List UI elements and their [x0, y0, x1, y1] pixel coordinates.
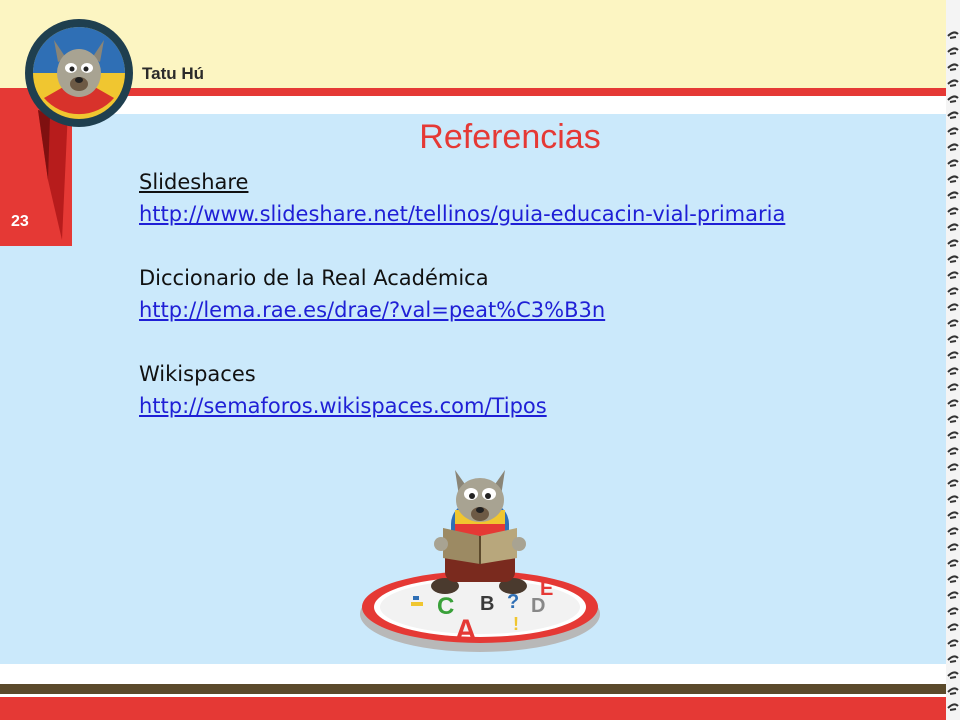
question-mark: ?: [507, 591, 519, 613]
footer-brown-stripe: [0, 684, 950, 694]
spiral-loop: [947, 543, 959, 551]
spiral-loop: [947, 447, 959, 455]
spiral-loop: [947, 303, 959, 311]
header-red-stripe: [0, 88, 950, 96]
reading-mascot-illustration: A B C D E ? !: [360, 470, 600, 652]
header-gap: [0, 96, 950, 114]
spiral-loop: [947, 575, 959, 583]
spiral-binding: [946, 0, 960, 720]
spiral-loop: [947, 703, 959, 711]
reference-source-slideshare: Slideshare: [139, 170, 249, 194]
reference-link-rae[interactable]: http://lema.rae.es/drae/?val=peat%C3%B3n: [139, 294, 785, 326]
reference-list: Slideshare http://www.slideshare.net/tel…: [139, 166, 785, 454]
spiral-loop: [947, 255, 959, 263]
letter-a: A: [455, 614, 477, 647]
spiral-loop: [947, 351, 959, 359]
reference-item: Diccionario de la Real Académica http://…: [139, 262, 785, 326]
spiral-loop: [947, 95, 959, 103]
tatu-hu-logo: [25, 19, 133, 127]
spiral-loop: [947, 559, 959, 567]
spiral-loop: [947, 79, 959, 87]
reference-source-wikispaces: Wikispaces: [139, 362, 256, 386]
slide-title: Referencias: [419, 118, 601, 156]
footer-red-band: [0, 697, 950, 720]
spiral-loop: [947, 319, 959, 327]
spiral-loop: [947, 479, 959, 487]
reference-link-slideshare[interactable]: http://www.slideshare.net/tellinos/guia-…: [139, 198, 785, 230]
exclamation-mark: !: [513, 614, 519, 634]
spiral-loop: [947, 495, 959, 503]
spiral-loop: [947, 383, 959, 391]
spiral-loop: [947, 207, 959, 215]
spiral-loop: [947, 143, 959, 151]
letter-b: B: [480, 593, 494, 615]
brand-name: Tatu Hú: [142, 64, 205, 83]
spiral-loop: [947, 287, 959, 295]
slide-number: 23: [11, 213, 29, 230]
spiral-loop: [947, 399, 959, 407]
spiral-loop: [947, 47, 959, 55]
spiral-loop: [947, 415, 959, 423]
reference-source-rae: Diccionario de la Real Académica: [139, 266, 489, 290]
spiral-loop: [947, 607, 959, 615]
spiral-loop: [947, 335, 959, 343]
ribbon-decoration: [38, 110, 68, 240]
spiral-loop: [947, 655, 959, 663]
spiral-loop: [947, 271, 959, 279]
spiral-loop: [947, 111, 959, 119]
spiral-loop: [947, 223, 959, 231]
spiral-loop: [947, 367, 959, 375]
spiral-loop: [947, 63, 959, 71]
spiral-loop: [947, 527, 959, 535]
spiral-loop: [947, 431, 959, 439]
reference-link-wikispaces[interactable]: http://semaforos.wikispaces.com/Tipos: [139, 390, 785, 422]
reference-item: Wikispaces http://semaforos.wikispaces.c…: [139, 358, 785, 422]
reference-item: Slideshare http://www.slideshare.net/tel…: [139, 166, 785, 230]
spiral-loop: [947, 687, 959, 695]
spiral-loop: [947, 191, 959, 199]
spiral-loop: [947, 31, 959, 39]
spiral-loop: [947, 127, 959, 135]
spiral-loop: [947, 239, 959, 247]
spiral-loop: [947, 511, 959, 519]
spiral-loops: [947, 31, 959, 711]
letter-e: E: [540, 578, 553, 600]
spiral-loop: [947, 591, 959, 599]
spiral-loop: [947, 175, 959, 183]
letter-c: C: [437, 593, 454, 620]
spiral-loop: [947, 639, 959, 647]
spiral-loop: [947, 159, 959, 167]
spiral-loop: [947, 623, 959, 631]
spiral-loop: [947, 463, 959, 471]
spiral-loop: [947, 671, 959, 679]
